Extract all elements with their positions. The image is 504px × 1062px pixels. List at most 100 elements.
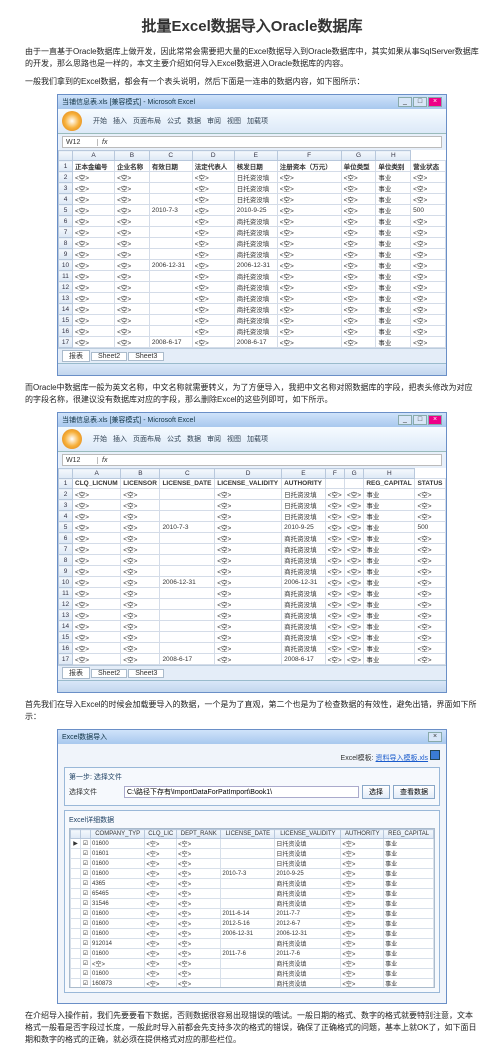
cell[interactable]: 日托资没填 [275,839,341,849]
ribbon-tab[interactable]: 插入 [113,118,127,125]
cell[interactable]: ☑ [81,849,91,859]
cell[interactable]: <空> [192,249,234,260]
row-header[interactable]: 8 [59,555,73,566]
cell[interactable]: <空> [177,849,221,859]
cell[interactable]: 2008-6-17 [160,654,215,665]
cell[interactable]: 日托资没填 [234,172,277,183]
cell[interactable] [160,544,215,555]
cell[interactable]: 2006-12-31 [282,577,326,588]
cell[interactable]: 2012-5-16 [221,919,275,929]
cell[interactable]: <空> [192,260,234,271]
cell[interactable]: <空> [341,849,384,859]
cell[interactable]: <空> [341,839,384,849]
ribbon-tab[interactable]: 视图 [227,118,241,125]
cell[interactable]: <空> [177,959,221,969]
cell[interactable]: <空> [411,172,446,183]
cell[interactable]: <空> [192,282,234,293]
cell[interactable]: <空> [411,326,446,337]
cell[interactable]: ☑ [81,859,91,869]
cell[interactable] [221,899,275,909]
cell[interactable]: 事业 [376,194,411,205]
cell[interactable]: 事业 [364,643,415,654]
cell[interactable]: <空> [115,326,150,337]
max-button[interactable]: □ [413,97,427,107]
cell[interactable]: <空> [341,205,376,216]
cell[interactable]: <空> [277,271,341,282]
cell[interactable] [160,621,215,632]
cell[interactable]: <空> [121,621,160,632]
cell[interactable]: <空> [325,621,344,632]
ribbon-tab[interactable]: 数据 [187,118,201,125]
cell[interactable]: <空> [192,183,234,194]
ribbon-tab[interactable]: 页面布局 [133,118,161,125]
cell[interactable]: 01600 [91,919,145,929]
select-button[interactable]: 选择 [362,785,390,799]
cell[interactable]: <空> [177,909,221,919]
cell[interactable]: <空> [341,899,384,909]
cell[interactable]: <空> [121,643,160,654]
cell[interactable]: <空> [277,337,341,348]
cell[interactable]: 事业 [384,949,434,959]
cell[interactable]: 事业 [376,304,411,315]
row-header[interactable]: 5 [59,205,73,216]
col-header[interactable]: B [115,151,150,161]
cell[interactable]: <空> [415,489,446,500]
cell[interactable]: 事业 [376,227,411,238]
cell[interactable] [149,183,192,194]
cell[interactable]: <空> [121,599,160,610]
cell[interactable]: <空> [145,949,177,959]
cell[interactable]: <空> [325,632,344,643]
office-orb-icon[interactable] [62,111,82,131]
cell[interactable]: 2011-7-6 [275,949,341,959]
cell[interactable]: <空> [115,227,150,238]
cell[interactable]: <空> [177,869,221,879]
cell[interactable]: <空> [277,172,341,183]
cell[interactable]: <空> [411,293,446,304]
cell[interactable]: <空> [341,172,376,183]
col-header[interactable] [59,469,73,479]
col-header[interactable]: F [277,151,341,161]
cell[interactable]: <空> [121,632,160,643]
cell[interactable]: <空> [73,654,121,665]
cell[interactable]: <空> [325,522,344,533]
col-header[interactable]: A [73,469,121,479]
cell[interactable]: 日托资没填 [275,849,341,859]
cell[interactable]: <空> [411,216,446,227]
cell[interactable]: <空> [115,205,150,216]
cell[interactable]: <空> [115,337,150,348]
cell[interactable]: <空> [115,183,150,194]
cell[interactable]: 2008-6-17 [149,337,192,348]
cell[interactable]: <空> [73,588,121,599]
cell[interactable]: <空> [115,249,150,260]
cell[interactable]: 日托资没填 [234,194,277,205]
cell[interactable] [160,511,215,522]
cell[interactable]: <空> [177,919,221,929]
cell[interactable]: 2011-6-14 [221,909,275,919]
cell[interactable]: 事业 [376,326,411,337]
cell[interactable] [221,979,275,989]
cell[interactable]: <空> [177,969,221,979]
row-header[interactable]: 10 [59,260,73,271]
cell[interactable]: <空> [344,544,363,555]
cell[interactable]: <空> [341,337,376,348]
cell[interactable]: 2012-6-7 [275,919,341,929]
cell[interactable]: 2006-12-31 [160,577,215,588]
cell[interactable]: <空> [145,859,177,869]
row-header[interactable]: 17 [59,337,73,348]
cell[interactable]: <空> [73,599,121,610]
col-header[interactable]: D [192,151,234,161]
cell[interactable]: <空> [325,500,344,511]
cell[interactable]: 商托资没填 [282,643,326,654]
cell[interactable] [71,909,81,919]
cell[interactable]: <空> [73,522,121,533]
cell[interactable] [149,194,192,205]
cell[interactable]: <空> [411,282,446,293]
cell[interactable]: <空> [325,654,344,665]
cell[interactable]: 事业 [376,172,411,183]
cell[interactable]: ☑ [81,959,91,969]
cell[interactable]: <空> [73,337,115,348]
cell[interactable]: 商托资没填 [275,879,341,889]
row-header[interactable]: 2 [59,489,73,500]
cell[interactable] [71,959,81,969]
cell[interactable]: 2006-12-31 [275,929,341,939]
